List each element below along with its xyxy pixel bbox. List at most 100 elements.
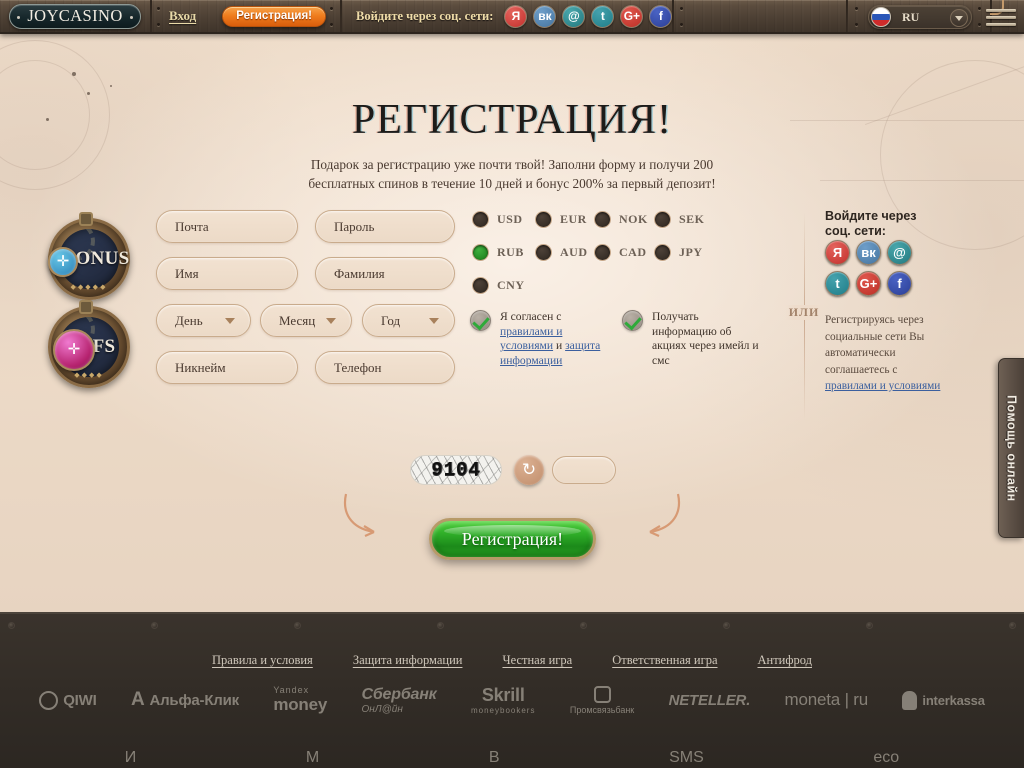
currency-label: SEK [679, 212, 705, 227]
language-selector[interactable]: RU [868, 5, 972, 29]
top-navigation-bar: JOYCASINO Вход Регистрация! Войдите чере… [0, 0, 1024, 34]
subtitle-line-2: бесплатных спинов в течение 10 дней и бо… [0, 174, 1024, 193]
firstname-field[interactable]: Имя [156, 257, 298, 290]
logo-text: JOYCASINO [27, 6, 122, 26]
speck [87, 92, 90, 95]
currency-label: RUB [497, 245, 524, 260]
month-placeholder: Месяц [279, 313, 315, 329]
alfa-a-icon: A [131, 689, 145, 711]
currency-option-cad[interactable]: CAD [594, 244, 654, 261]
sberbank-logo: Сбербанк ОнЛ@йн [361, 686, 436, 715]
currency-option-usd[interactable]: USD [472, 211, 535, 228]
footer-link-fairplay[interactable]: Честная игра [502, 653, 572, 668]
or-divider-label: ИЛИ [785, 305, 823, 320]
footer-link-privacy[interactable]: Защита информации [353, 653, 463, 668]
promo-checkbox[interactable] [622, 310, 643, 331]
year-select[interactable]: Год [362, 304, 455, 337]
footer-link-terms[interactable]: Правила и условия [212, 653, 313, 668]
phone-field[interactable]: Телефон [315, 351, 455, 384]
button-glow [444, 525, 581, 537]
terms-text-b: и [553, 339, 565, 352]
footer-link-responsible[interactable]: Ответственная игра [612, 653, 717, 668]
subtitle-line-1: Подарок за регистрацию уже почти твой! З… [0, 155, 1024, 174]
currency-row-1: USD EUR NOK SEK [472, 211, 705, 228]
yandex-icon[interactable]: Я [504, 5, 527, 28]
currency-label: AUD [560, 245, 588, 260]
day-select[interactable]: День [156, 304, 251, 337]
radio-cny[interactable] [472, 277, 489, 294]
rivet-group [680, 0, 692, 32]
twitter-icon[interactable]: t [825, 271, 850, 296]
badge-chain [79, 212, 93, 226]
radio-aud[interactable] [535, 244, 552, 261]
promsvyaz-icon [594, 686, 611, 703]
month-select[interactable]: Месяц [260, 304, 352, 337]
social-heading-line-1: Войдите через [825, 209, 955, 224]
submit-registration-button[interactable]: Регистрация! [429, 518, 596, 560]
bar-seam [846, 0, 848, 32]
radio-jpy[interactable] [654, 244, 671, 261]
visa-logo-partial: И [125, 749, 137, 767]
facebook-icon[interactable]: f [649, 5, 672, 28]
sms-logo-partial: SMS [669, 749, 704, 767]
badge-chain [79, 300, 93, 314]
radio-sek[interactable] [654, 211, 671, 228]
currency-option-nok[interactable]: NOK [594, 211, 654, 228]
lastname-field[interactable]: Фамилия [315, 257, 455, 290]
moneta-logo: moneta | ru [785, 690, 868, 710]
help-online-tab[interactable]: Помощь онлайн [998, 358, 1024, 538]
password-field[interactable]: Пароль [315, 210, 455, 243]
neteller-logo: NETELLER. [669, 692, 751, 709]
currency-option-sek[interactable]: SEK [654, 211, 705, 228]
footer-links: Правила и условия Защита информации Чест… [0, 653, 1024, 668]
help-online-label: Помощь онлайн [1005, 395, 1019, 502]
terms-checkbox[interactable] [470, 310, 491, 331]
mailru-icon[interactable]: @ [887, 240, 912, 265]
twitter-icon[interactable]: t [591, 5, 614, 28]
footer-link-antifraud[interactable]: Антифрод [758, 653, 812, 668]
site-logo[interactable]: JOYCASINO [9, 4, 141, 29]
email-field[interactable]: Почта [156, 210, 298, 243]
currency-option-eur[interactable]: EUR [535, 211, 594, 228]
login-link[interactable]: Вход [169, 8, 196, 24]
radio-usd[interactable] [472, 211, 489, 228]
social-note-link[interactable]: правилами и условиями [825, 380, 940, 392]
terms-checkbox-group[interactable]: Я согласен с правилами и условиями и защ… [470, 310, 615, 368]
radio-rub[interactable] [472, 244, 489, 261]
radio-nok[interactable] [594, 211, 611, 228]
currency-option-aud[interactable]: AUD [535, 244, 594, 261]
currency-label: USD [497, 212, 523, 227]
promsvyazbank-logo: Промсвязьбанк [570, 686, 634, 715]
left-arrow-icon [340, 490, 402, 540]
vk-icon[interactable]: вк [856, 240, 881, 265]
chevron-down-icon[interactable] [950, 9, 968, 27]
hamburger-menu-icon[interactable] [986, 9, 1016, 30]
captcha-refresh-icon[interactable]: ↻ [514, 455, 544, 485]
googleplus-icon[interactable]: G+ [620, 5, 643, 28]
page-subtitle: Подарок за регистрацию уже почти твой! З… [0, 155, 1024, 193]
day-placeholder: День [175, 313, 203, 329]
bonus-badge[interactable]: ✛ BONUS ◆◆◆◆◆ [48, 218, 130, 300]
freespins-badge-label: FS [93, 336, 116, 358]
freespins-badge[interactable]: ✛ FS ◆◆◆◆ [48, 306, 130, 388]
facebook-icon[interactable]: f [887, 271, 912, 296]
logo-dot-right [130, 16, 133, 19]
vk-icon[interactable]: вк [533, 5, 556, 28]
email-placeholder: Почта [175, 219, 209, 235]
currency-option-rub[interactable]: RUB [472, 244, 535, 261]
promo-checkbox-group[interactable]: Получать информацию об акциях через имей… [622, 310, 762, 368]
radio-eur[interactable] [535, 211, 552, 228]
currency-option-cny[interactable]: CNY [472, 277, 525, 294]
register-button[interactable]: Регистрация! [222, 6, 326, 27]
mailru-icon[interactable]: @ [562, 5, 585, 28]
password-placeholder: Пароль [334, 219, 374, 235]
rivet-group [855, 0, 867, 32]
nickname-field[interactable]: Никнейм [156, 351, 298, 384]
social-note-text: Регистрируясь через социальные сети Вы а… [825, 314, 924, 376]
yandex-icon[interactable]: Я [825, 240, 850, 265]
googleplus-icon[interactable]: G+ [856, 271, 881, 296]
captcha-input[interactable] [552, 456, 616, 484]
radio-cad[interactable] [594, 244, 611, 261]
footer-rivets [0, 622, 1024, 629]
currency-option-jpy[interactable]: JPY [654, 244, 703, 261]
